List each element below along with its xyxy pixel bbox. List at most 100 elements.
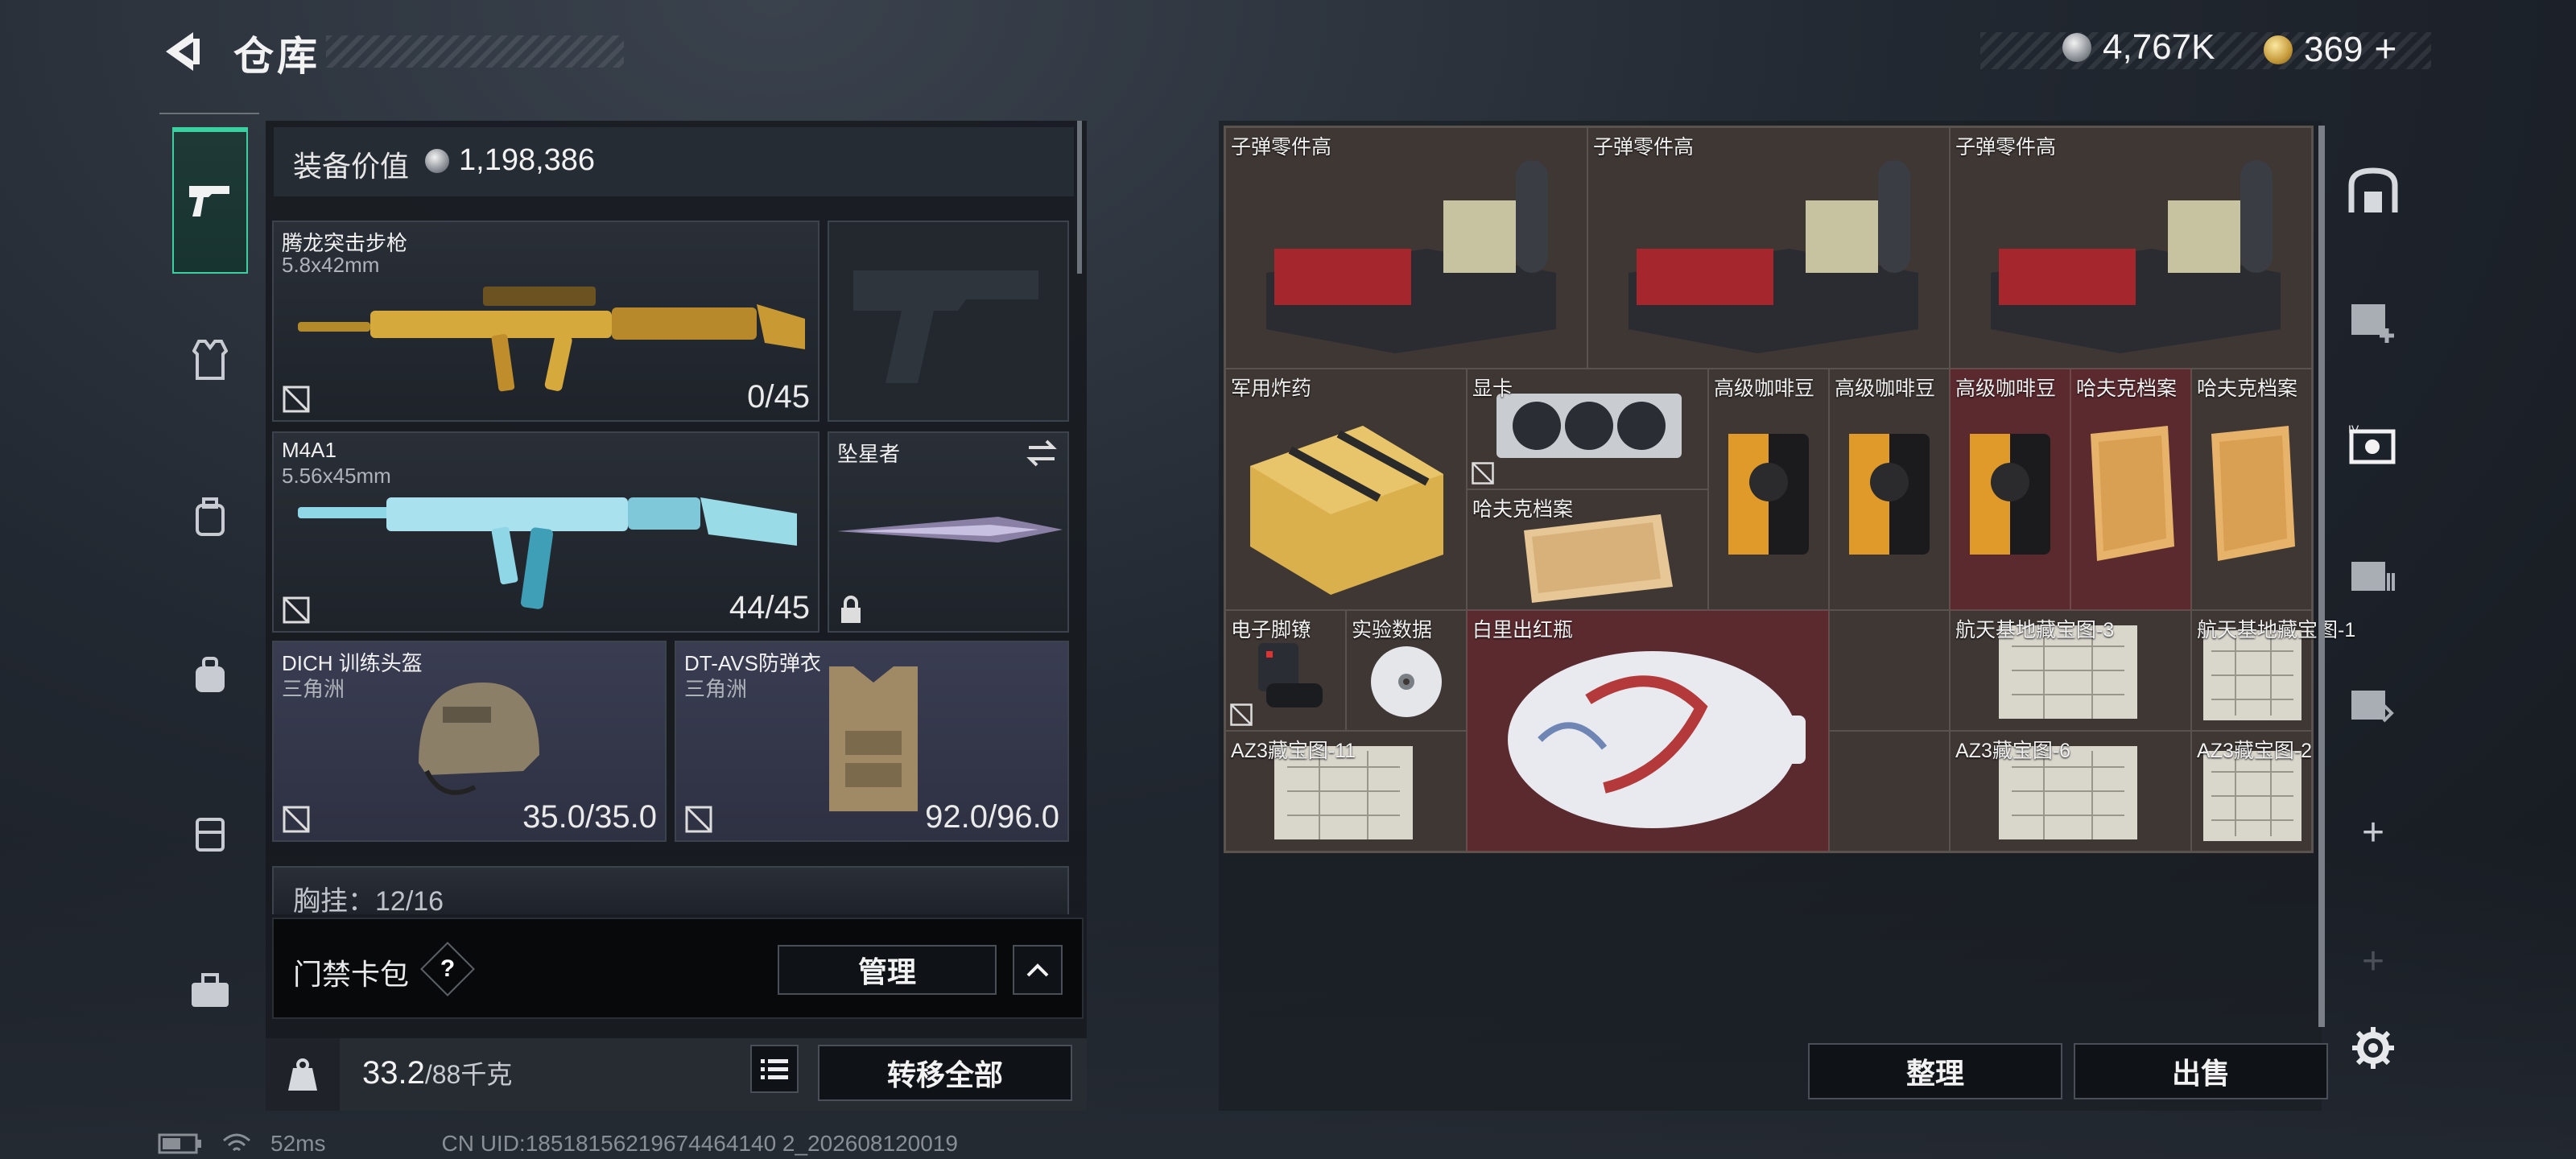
no-sell-icon [1230,703,1253,726]
stash-item[interactable]: 子弹零件高 [1225,127,1587,369]
item-name: 白里出红瓶 [1472,619,1574,641]
add-storage-icon[interactable] [2341,288,2405,353]
settings-gear-icon[interactable] [2341,1016,2405,1080]
item-name: 显卡 [1472,377,1513,400]
red-vase-image [1508,651,1806,828]
battery-icon [158,1133,201,1154]
stash-item[interactable]: 哈夫克档案 [2070,369,2191,610]
stash-item[interactable]: 航天基地藏宝图-3 [1950,610,2191,731]
item-name: 高级咖啡豆 [1835,377,1936,400]
equipment-scrollbar[interactable] [1077,121,1082,274]
stash-item[interactable]: 显卡 [1467,369,1708,489]
add-tab-icon[interactable]: + [2341,800,2405,864]
golden-rifle-image [298,287,805,392]
item-name: AZ3藏宝图-2 [2197,740,2313,762]
item-name: 哈夫克档案 [2197,377,2298,400]
ping-text: 52ms [270,1131,326,1156]
secondary-weapon-slot[interactable] [828,221,1069,422]
lock-icon [841,596,861,623]
stash-item[interactable] [1829,610,1950,731]
add-tab-disabled-icon: + [2361,939,2385,983]
swap-icon[interactable] [1026,439,1058,467]
card-pack-label: 门禁卡包 [293,958,410,991]
item-name: 高级咖啡豆 [1955,377,2057,400]
silver-coin-icon [425,148,449,173]
item-name: 高级咖啡豆 [1714,377,1815,400]
helmet-slot[interactable]: DICH 训练头盔 三角洲 35.0/35.0 [272,641,667,842]
stash-item[interactable]: 电子脚镣 [1225,610,1346,731]
storage-unit-icon[interactable] [2341,159,2405,224]
gold-currency[interactable]: 369 + [2264,27,2396,72]
item-name: 子弹零件高 [1955,136,2057,159]
storage-iii-icon[interactable] [2341,541,2405,605]
stash-item[interactable]: 高级咖啡豆 [1829,369,1950,610]
helmet-image [419,683,539,795]
ammo-count: 44/45 [729,590,810,625]
stash-item[interactable]: 高级咖啡豆 [1708,369,1829,610]
silver-coin-icon [2062,33,2091,62]
gold-amount: 369 [2304,29,2363,69]
ammo-crate-image [1991,160,2281,353]
stash-item[interactable]: 哈夫克档案 [1467,489,1708,610]
toolbox-icon[interactable] [172,953,248,1029]
back-button[interactable] [158,27,206,76]
sell-button[interactable]: 出售 [2074,1043,2328,1099]
melee-slot[interactable]: 坠星者 [828,431,1069,633]
storage-iv-icon[interactable]: IV [2341,414,2405,478]
chest-rig-icon[interactable] [172,480,248,555]
stash-item[interactable] [1829,731,1950,852]
no-sell-icon [283,806,310,833]
container-icon[interactable] [172,795,248,871]
collapse-button[interactable] [1013,945,1063,995]
stash-item[interactable]: 白里出红瓶 [1467,610,1829,852]
stash-item[interactable]: AZ3藏宝图-11 [1225,731,1467,852]
add-gold-button[interactable]: + [2374,27,2396,72]
stash-scrollbar[interactable] [2318,126,2325,1027]
item-name: 军用炸药 [1231,377,1312,400]
storage-ii-icon[interactable] [2341,670,2405,734]
stash-item[interactable]: AZ3藏宝图-2 [2191,731,2312,852]
stash-item[interactable]: 高级咖啡豆 [1950,369,2070,610]
stash-item[interactable]: 哈夫克档案 [2191,369,2312,610]
data-disc-image [1371,646,1442,717]
item-name: 实验数据 [1352,619,1433,641]
manage-button[interactable]: 管理 [778,945,997,995]
backpack-icon[interactable] [172,637,248,713]
chest-rig-row[interactable]: 胸挂：12/16 [272,866,1069,914]
stash-item[interactable]: AZ3藏宝图-6 [1950,731,2191,852]
transfer-all-button[interactable]: 转移全部 [818,1045,1072,1101]
equipment-value: 1,198,386 [425,143,595,178]
help-icon[interactable]: ? [420,942,475,996]
body-armor-slot[interactable]: DT-AVS防弹衣 三角洲 92.0/96.0 [675,641,1069,842]
armor-vest-icon[interactable] [172,322,248,398]
armor-brand: 三角洲 [684,677,748,701]
stash-item[interactable]: 子弹零件高 [1950,127,2312,369]
stash-item[interactable]: 航天基地藏宝图-1 [2191,610,2355,731]
item-name: 航天基地藏宝图-1 [2197,619,2356,641]
stash-item[interactable]: 军用炸药 [1225,369,1467,610]
equipment-value-label: 装备价值 [293,150,410,183]
weight-icon [266,1038,340,1111]
knife-image [837,517,1063,542]
helmet-brand: 三角洲 [282,677,345,701]
primary-weapon-slot-2[interactable]: M4A1 5.56x45mm 44/45 [272,431,819,633]
coffee-bag-image [1849,434,1930,555]
coffee-bag-image [1970,434,2050,555]
ammo-crate-image [1629,160,1918,353]
pistol-icon[interactable] [172,163,248,238]
weight-max: /88千克 [424,1060,513,1089]
item-name: 哈夫克档案 [2076,377,2178,400]
armor-durability: 92.0/96.0 [925,799,1059,835]
no-sell-icon [685,806,712,833]
graphics-card-image [1496,394,1682,458]
stash-item[interactable]: 子弹零件高 [1587,127,1950,369]
primary-weapon-slot-1[interactable]: 腾龙突击步枪 5.8x42mm 0/45 [272,221,819,422]
item-name: 航天基地藏宝图-3 [1955,619,2115,641]
stash-item[interactable]: 实验数据 [1346,610,1467,731]
page-title: 仓库 [233,34,320,79]
ammo-count: 0/45 [747,379,810,415]
melee-name: 坠星者 [837,442,901,466]
sort-button[interactable]: 整理 [1808,1043,2062,1099]
list-view-button[interactable] [750,1045,799,1093]
item-name: AZ3藏宝图-6 [1955,740,2071,762]
